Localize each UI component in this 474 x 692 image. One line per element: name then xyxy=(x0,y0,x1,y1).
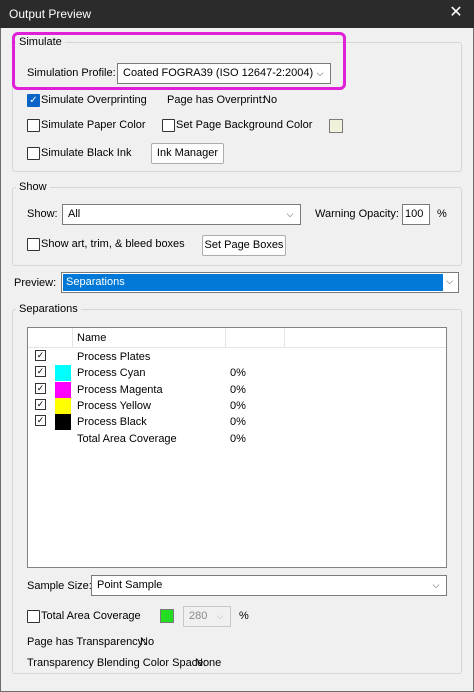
chevron-down-icon: ⌵ xyxy=(216,611,224,621)
show-bleed-boxes-label: Show art, trim, & bleed boxes xyxy=(41,238,185,250)
chevron-down-icon: ⌵ xyxy=(446,276,453,286)
separation-name: Process Black xyxy=(77,416,147,429)
separation-row[interactable]: ✓ Process Black 0% xyxy=(28,414,446,431)
separation-row[interactable]: ✓ Process Plates xyxy=(28,349,446,365)
separation-checkbox[interactable]: ✓ xyxy=(35,398,46,410)
sample-size-label: Sample Size: xyxy=(27,580,92,592)
separation-name: Process Cyan xyxy=(77,367,146,380)
sample-size-dropdown[interactable]: Point Sample ⌵ xyxy=(91,575,447,596)
simulate-overprinting-checkbox[interactable]: ✓ xyxy=(27,94,40,107)
separation-checkbox[interactable]: ✓ xyxy=(35,366,46,378)
separation-name: Total Area Coverage xyxy=(77,432,177,445)
separation-percent: 0% xyxy=(230,383,246,396)
show-bleed-boxes-checkbox[interactable] xyxy=(27,238,40,251)
simulation-profile-dropdown[interactable]: Coated FOGRA39 (ISO 12647-2:2004) ⌵ xyxy=(117,63,331,84)
total-area-coverage-checkbox[interactable] xyxy=(27,610,40,623)
separations-list[interactable]: Name ✓ Process Plates ✓ Process Cyan 0% ✓ Proc… xyxy=(27,327,447,568)
separation-color-swatch xyxy=(55,365,71,382)
ink-manager-button[interactable]: Ink Manager xyxy=(151,143,224,164)
chevron-down-icon: ⌵ xyxy=(432,580,440,590)
coverage-unit: % xyxy=(239,610,249,622)
coverage-value: 280 xyxy=(189,610,208,622)
preview-dropdown[interactable]: Separations ⌵ xyxy=(61,272,459,293)
show-label: Show: xyxy=(27,208,58,220)
set-page-background-label: Set Page Background Color xyxy=(176,119,313,131)
page-background-color-swatch[interactable] xyxy=(329,119,343,133)
simulate-paper-color-checkbox[interactable] xyxy=(27,119,40,132)
simulation-profile-value: Coated FOGRA39 (ISO 12647-2:2004) xyxy=(123,67,314,79)
warning-opacity-input[interactable]: 100 xyxy=(402,204,430,225)
separation-row[interactable]: ✓ Process Yellow 0% xyxy=(28,397,446,414)
separations-legend: Separations xyxy=(19,303,78,315)
show-legend: Show xyxy=(19,181,47,193)
simulate-paper-color-label: Simulate Paper Color xyxy=(41,119,146,131)
blending-space-label: Transparency Blending Color Space: xyxy=(27,657,207,669)
separation-name: Process Magenta xyxy=(77,383,163,396)
preview-value: Separations xyxy=(63,274,443,291)
simulate-black-ink-label: Simulate Black Ink xyxy=(41,147,132,159)
close-icon[interactable]: ✕ xyxy=(446,3,466,23)
separation-checkbox[interactable]: ✓ xyxy=(35,415,46,427)
page-overprint-value: No xyxy=(263,94,278,106)
separations-list-header: Name xyxy=(28,328,446,348)
window-title: Output Preview xyxy=(9,7,92,21)
show-value: All xyxy=(68,208,81,220)
separation-name: Process Yellow xyxy=(77,399,151,412)
separation-color-swatch xyxy=(55,397,71,414)
separation-row[interactable]: ✓ Process Magenta 0% xyxy=(28,381,446,398)
column-header-name[interactable]: Name xyxy=(77,332,106,344)
page-overprint-label: Page has Overprint: xyxy=(167,94,265,106)
separation-row[interactable]: Total Area Coverage 0% xyxy=(28,431,446,447)
separation-percent: 0% xyxy=(230,432,246,445)
page-transparency-value: No xyxy=(140,636,155,648)
separation-percent: 0% xyxy=(230,399,246,412)
separation-percent: 0% xyxy=(230,416,246,429)
simulate-legend: Simulate xyxy=(19,36,62,48)
simulate-overprinting-label: Simulate Overprinting xyxy=(41,94,147,106)
simulation-profile-label: Simulation Profile: xyxy=(27,67,116,79)
separation-name: Process Plates xyxy=(77,351,151,363)
separation-row[interactable]: ✓ Process Cyan 0% xyxy=(28,365,446,382)
warning-opacity-label: Warning Opacity: xyxy=(315,208,399,220)
set-page-background-checkbox[interactable] xyxy=(162,119,175,132)
show-dropdown[interactable]: All ⌵ xyxy=(62,204,301,225)
chevron-down-icon: ⌵ xyxy=(316,68,324,78)
separation-checkbox[interactable]: ✓ xyxy=(35,350,46,361)
page-transparency-label: Page has Transparency: xyxy=(27,636,147,648)
coverage-color-swatch[interactable] xyxy=(160,609,174,623)
total-area-coverage-label: Total Area Coverage xyxy=(41,610,141,622)
coverage-value-dropdown[interactable]: 280 ⌵ xyxy=(183,606,231,627)
separation-percent: 0% xyxy=(230,367,246,380)
simulate-black-ink-checkbox[interactable] xyxy=(27,147,40,160)
set-page-boxes-button[interactable]: Set Page Boxes xyxy=(202,235,286,256)
chevron-down-icon: ⌵ xyxy=(286,209,294,219)
preview-label: Preview: xyxy=(14,277,57,289)
sample-size-value: Point Sample xyxy=(97,579,163,591)
separation-color-swatch xyxy=(55,414,71,431)
separation-checkbox[interactable]: ✓ xyxy=(35,382,46,394)
blending-space-value: None xyxy=(195,657,222,669)
warning-opacity-unit: % xyxy=(437,208,447,220)
separation-color-swatch xyxy=(55,381,71,398)
window-titlebar: Output Preview ✕ xyxy=(0,0,474,28)
